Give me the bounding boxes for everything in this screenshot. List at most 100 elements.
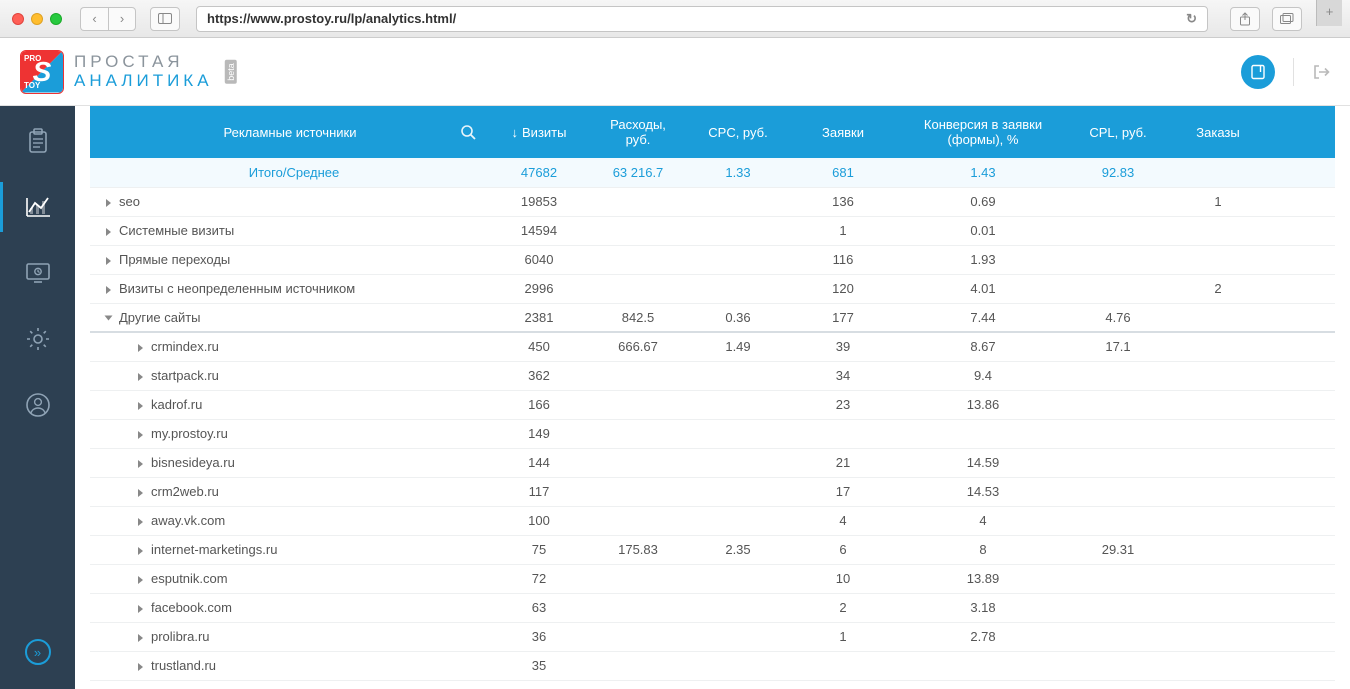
maximize-window-icon[interactable] xyxy=(50,13,62,25)
table-row[interactable]: prolibra.ru3612.78 xyxy=(90,622,1335,651)
row-name[interactable]: crmindex.ru xyxy=(90,332,490,361)
cell-expenses xyxy=(588,593,688,622)
forward-button[interactable]: › xyxy=(108,7,136,31)
cell-visits: 2381 xyxy=(490,303,588,332)
expand-caret-icon[interactable] xyxy=(138,344,143,352)
cell-expenses xyxy=(588,274,688,303)
cell-requests: 23 xyxy=(788,390,898,419)
cell-orders xyxy=(1168,390,1268,419)
cell-visits: 6040 xyxy=(490,245,588,274)
row-name[interactable]: Системные визиты xyxy=(90,216,490,245)
sidebar-item-analytics[interactable] xyxy=(21,190,55,224)
totals-cpl: 92.83 xyxy=(1068,158,1168,187)
col-visits[interactable]: ↓Визиты xyxy=(490,106,588,158)
col-conversion[interactable]: Конверсия в заявки (формы), % xyxy=(898,106,1068,158)
expand-caret-icon[interactable] xyxy=(105,316,113,321)
cell-visits: 166 xyxy=(490,390,588,419)
row-name[interactable]: startpack.ru xyxy=(90,361,490,390)
table-row[interactable]: startpack.ru362349.4 xyxy=(90,361,1335,390)
row-name[interactable]: seo xyxy=(90,187,490,216)
sidebar-item-profile[interactable] xyxy=(21,388,55,422)
table-row[interactable]: seo198531360.691 xyxy=(90,187,1335,216)
table-row[interactable]: kadrof.ru1662313.86 xyxy=(90,390,1335,419)
table-row[interactable]: bisnesideya.ru1442114.59 xyxy=(90,448,1335,477)
cell-cpl xyxy=(1068,593,1168,622)
expand-caret-icon[interactable] xyxy=(138,373,143,381)
sidebar-item-reports[interactable] xyxy=(21,124,55,158)
cell-cpl xyxy=(1068,245,1168,274)
cell-expenses xyxy=(588,564,688,593)
col-cpl[interactable]: CPL, руб. xyxy=(1068,106,1168,158)
col-sources[interactable]: Рекламные источники xyxy=(90,106,490,158)
table-row[interactable]: Визиты с неопределенным источником299612… xyxy=(90,274,1335,303)
table-row[interactable]: internet-marketings.ru75175.832.356829.3… xyxy=(90,535,1335,564)
table-row[interactable]: Другие сайты2381842.50.361777.444.76 xyxy=(90,303,1335,332)
row-name[interactable]: crm2web.ru xyxy=(90,477,490,506)
logout-button[interactable] xyxy=(1312,63,1330,81)
new-tab-button[interactable]: + xyxy=(1316,0,1342,26)
expand-caret-icon[interactable] xyxy=(106,199,111,207)
cell-visits: 144 xyxy=(490,448,588,477)
row-name[interactable]: facebook.com xyxy=(90,593,490,622)
row-name[interactable]: bisnesideya.ru xyxy=(90,448,490,477)
expand-caret-icon[interactable] xyxy=(106,286,111,294)
col-cpc[interactable]: CPC, руб. xyxy=(688,106,788,158)
cell-cpc xyxy=(688,477,788,506)
row-name[interactable]: internet-marketings.ru xyxy=(90,535,490,564)
cell-cpc xyxy=(688,187,788,216)
expand-caret-icon[interactable] xyxy=(138,634,143,642)
expand-caret-icon[interactable] xyxy=(138,489,143,497)
sidebar-item-settings[interactable] xyxy=(21,322,55,356)
cell-orders xyxy=(1168,535,1268,564)
row-name[interactable]: esputnik.com xyxy=(90,564,490,593)
expand-caret-icon[interactable] xyxy=(138,518,143,526)
cell-conversion: 4 xyxy=(898,506,1068,535)
expand-caret-icon[interactable] xyxy=(106,228,111,236)
table-row[interactable]: crm2web.ru1171714.53 xyxy=(90,477,1335,506)
table-row[interactable]: crmindex.ru450666.671.49398.6717.1 xyxy=(90,332,1335,361)
cell-expenses xyxy=(588,216,688,245)
table-header-row: Рекламные источники ↓Визиты Расходы, руб… xyxy=(90,106,1335,158)
share-button[interactable] xyxy=(1230,7,1260,31)
sidebar-expand-button[interactable]: » xyxy=(25,639,51,665)
row-name[interactable]: Визиты с неопределенным источником xyxy=(90,274,490,303)
close-window-icon[interactable] xyxy=(12,13,24,25)
table-row[interactable]: esputnik.com721013.89 xyxy=(90,564,1335,593)
logo[interactable]: PROSTOY ПРОСТАЯ АНАЛИТИКА beta xyxy=(20,50,242,94)
expand-caret-icon[interactable] xyxy=(138,576,143,584)
row-name[interactable]: my.prostoy.ru xyxy=(90,419,490,448)
row-name[interactable]: away.vk.com xyxy=(90,506,490,535)
expand-caret-icon[interactable] xyxy=(138,547,143,555)
expand-caret-icon[interactable] xyxy=(138,402,143,410)
table-row[interactable]: facebook.com6323.18 xyxy=(90,593,1335,622)
expand-caret-icon[interactable] xyxy=(138,460,143,468)
tabs-button[interactable] xyxy=(1272,7,1302,31)
cell-cpl: 17.1 xyxy=(1068,332,1168,361)
table-row[interactable]: Системные визиты1459410.01 xyxy=(90,216,1335,245)
search-icon[interactable] xyxy=(460,124,476,140)
minimize-window-icon[interactable] xyxy=(31,13,43,25)
back-button[interactable]: ‹ xyxy=(80,7,108,31)
table-row[interactable]: trustland.ru35 xyxy=(90,651,1335,680)
row-name[interactable]: prolibra.ru xyxy=(90,622,490,651)
table-row[interactable]: away.vk.com10044 xyxy=(90,506,1335,535)
table-row[interactable]: my.prostoy.ru149 xyxy=(90,419,1335,448)
guide-button[interactable] xyxy=(1241,55,1275,89)
table-row[interactable]: Прямые переходы60401161.93 xyxy=(90,245,1335,274)
col-expenses[interactable]: Расходы, руб. xyxy=(588,106,688,158)
address-bar[interactable]: https://www.prostoy.ru/lp/analytics.html… xyxy=(196,6,1208,32)
row-name[interactable]: trustland.ru xyxy=(90,651,490,680)
reload-icon[interactable]: ↻ xyxy=(1186,11,1197,27)
sidebar-item-monitor[interactable] xyxy=(21,256,55,290)
col-requests[interactable]: Заявки xyxy=(788,106,898,158)
row-name[interactable]: Прямые переходы xyxy=(90,245,490,274)
row-name[interactable]: kadrof.ru xyxy=(90,390,490,419)
row-name[interactable]: Другие сайты xyxy=(90,303,490,332)
expand-caret-icon[interactable] xyxy=(106,257,111,265)
sidebar-toggle-button[interactable] xyxy=(150,7,180,31)
col-orders[interactable]: Заказы xyxy=(1168,106,1268,158)
cell-cpc xyxy=(688,448,788,477)
expand-caret-icon[interactable] xyxy=(138,431,143,439)
expand-caret-icon[interactable] xyxy=(138,663,143,671)
expand-caret-icon[interactable] xyxy=(138,605,143,613)
